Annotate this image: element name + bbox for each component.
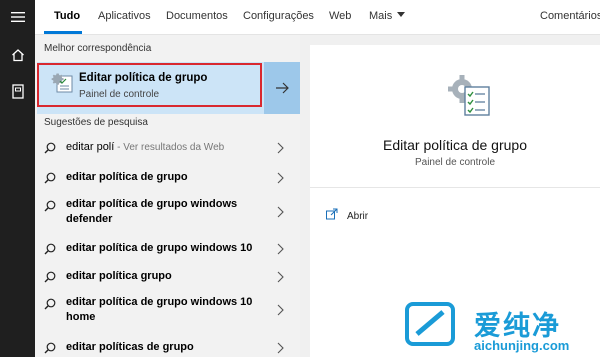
- group-policy-icon-large: [448, 73, 492, 122]
- suggestions-heading: Sugestões de pesquisa: [44, 117, 148, 128]
- suggestion-item[interactable]: editar políticas de grupo: [35, 339, 300, 357]
- tab-apps[interactable]: Aplicativos: [98, 10, 151, 22]
- active-tab-indicator: [44, 31, 82, 34]
- tab-documents[interactable]: Documentos: [166, 10, 228, 22]
- suggestion-text: editar política de grupo windows defende…: [66, 198, 238, 225]
- chevron-down-icon: [397, 12, 406, 17]
- search-icon: [44, 243, 56, 258]
- search-icon: [44, 342, 56, 357]
- suggestion-item[interactable]: editar política de grupo windows 10 home: [35, 295, 300, 329]
- taskbar: [0, 0, 35, 357]
- chevron-right-icon: [277, 243, 284, 258]
- results-panel: Melhor correspondência Editar política d…: [35, 35, 300, 357]
- preview-title: Editar política de grupo: [383, 137, 527, 153]
- watermark: 爱纯净 aichunjing.com: [405, 300, 600, 357]
- watermark-logo-icon: [405, 302, 455, 346]
- chevron-right-icon: [277, 172, 284, 187]
- best-match-subtitle: Painel de controle: [79, 89, 160, 100]
- search-icon: [44, 142, 56, 157]
- arrow-right-icon: [276, 82, 289, 94]
- suggestion-text: editar política grupo: [66, 270, 172, 282]
- open-details-button[interactable]: [264, 62, 300, 114]
- chevron-right-icon: [277, 142, 284, 157]
- hamburger-menu-icon[interactable]: [0, 11, 35, 23]
- open-action[interactable]: Abrir: [326, 207, 368, 225]
- feedback-link[interactable]: Comentários: [540, 10, 600, 22]
- suggestion-text: editar polí: [66, 141, 115, 153]
- chevron-right-icon: [277, 271, 284, 286]
- best-match-heading: Melhor correspondência: [44, 43, 152, 54]
- search-icon: [44, 200, 56, 215]
- tab-more[interactable]: Mais: [369, 10, 406, 22]
- open-label: Abrir: [347, 210, 369, 222]
- preview-subtitle: Painel de controle: [414, 157, 496, 168]
- watermark-url: aichunjing.com: [474, 338, 570, 353]
- chevron-right-icon: [277, 342, 284, 357]
- search-icon: [44, 298, 56, 313]
- suggestion-item[interactable]: editar polí - Ver resultados da Web: [35, 139, 300, 163]
- divider: [310, 187, 600, 188]
- suggestion-item[interactable]: editar política grupo: [35, 268, 300, 292]
- suggestion-text: editar política de grupo: [66, 171, 188, 183]
- suggestion-item[interactable]: editar política de grupo: [35, 169, 300, 193]
- suggestion-item[interactable]: editar política de grupo windows 10: [35, 240, 300, 264]
- suggestion-text: editar política de grupo windows 10 home: [66, 296, 253, 323]
- suggestion-item[interactable]: editar política de grupo windows defende…: [35, 197, 300, 231]
- tab-web[interactable]: Web: [329, 10, 351, 22]
- chevron-right-icon: [277, 206, 284, 221]
- suggestion-text: editar política de grupo windows 10: [66, 242, 253, 254]
- tab-all[interactable]: Tudo: [54, 10, 80, 22]
- search-icon: [44, 271, 56, 286]
- best-match-highlight: Editar política de grupo Painel de contr…: [37, 63, 262, 107]
- group-policy-icon: [51, 71, 73, 98]
- tab-settings[interactable]: Configurações: [243, 10, 314, 22]
- chevron-right-icon: [277, 304, 284, 319]
- tab-more-label: Mais: [369, 10, 393, 22]
- suggestion-hint: - Ver resultados da Web: [114, 142, 225, 153]
- best-match-title: Editar política de grupo: [79, 72, 208, 84]
- best-match-item[interactable]: Editar política de grupo Painel de contr…: [37, 62, 300, 114]
- search-icon: [44, 172, 56, 187]
- home-icon[interactable]: [0, 48, 35, 62]
- search-filter-bar: Tudo Aplicativos Documentos Configuraçõe…: [35, 0, 600, 35]
- notebook-icon[interactable]: [0, 84, 35, 99]
- open-icon: [326, 207, 339, 225]
- suggestion-text: editar políticas de grupo: [66, 341, 194, 353]
